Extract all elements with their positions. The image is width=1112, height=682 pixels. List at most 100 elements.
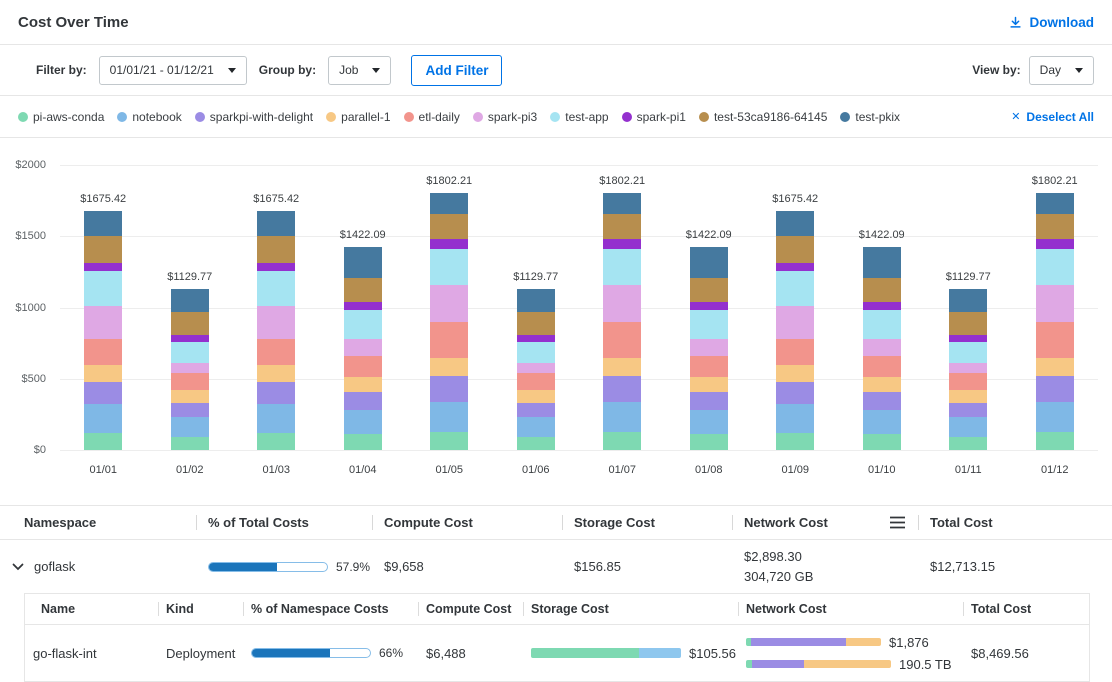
bar-segment-test-app: [1036, 249, 1074, 285]
mini-bar-segment: [804, 660, 891, 668]
bar-01/01[interactable]: $1675.4201/01: [60, 165, 147, 450]
nested-column-header-total-cost[interactable]: Total Cost: [963, 594, 1089, 624]
column-header-network-cost[interactable]: Network Cost: [732, 506, 918, 539]
legend-dot: [117, 112, 127, 122]
bar-segment-test-app: [84, 271, 122, 307]
bar-01/08[interactable]: $1422.0901/08: [666, 165, 753, 450]
nested-column-header-pct-of-namespace-costs[interactable]: % of Namespace Costs: [243, 594, 418, 624]
nested-column-header-compute-cost[interactable]: Compute Cost: [418, 594, 523, 624]
bar-01/02[interactable]: $1129.7701/02: [147, 165, 234, 450]
bar-total-label: $1422.09: [340, 229, 386, 241]
bar-segment-test-pkix: [690, 247, 728, 277]
legend-item-sparkpi-with-delight[interactable]: sparkpi-with-delight: [195, 110, 313, 124]
bar-01/06[interactable]: $1129.7701/06: [493, 165, 580, 450]
total-cost-cell: $12,713.15: [918, 559, 1112, 574]
bar-segment-sparkpi-with-delight: [430, 376, 468, 402]
namespace-row-goflask[interactable]: goflask 57.9% $9,658 $156.85 $2,898.30 3…: [0, 540, 1112, 593]
deselect-all-button[interactable]: ✕ Deselect All: [1001, 110, 1094, 124]
bar-segment-spark-pi3: [344, 339, 382, 356]
bar-segment-test-app: [863, 310, 901, 339]
bar-segment-spark-pi1: [863, 302, 901, 311]
pct-of-namespace-cell: 66%: [243, 646, 418, 660]
legend-item-parallel-1[interactable]: parallel-1: [326, 110, 390, 124]
legend-label: etl-daily: [419, 110, 460, 124]
y-axis-tick: $500: [22, 373, 46, 385]
legend-item-spark-pi1[interactable]: spark-pi1: [622, 110, 686, 124]
nested-column-header-name[interactable]: Name: [25, 594, 158, 624]
bar-total-label: $1802.21: [599, 175, 645, 187]
bar-segment-pi-aws-conda: [257, 433, 295, 450]
bar-segment-parallel-1: [776, 365, 814, 382]
bar-segment-pi-aws-conda: [949, 437, 987, 450]
pct-of-namespace-bar: [251, 648, 371, 658]
bar-segment-sparkpi-with-delight: [84, 382, 122, 405]
bar-segment-test-53ca9186-64145: [171, 312, 209, 335]
namespace-expand-toggle[interactable]: goflask: [0, 559, 196, 574]
legend-item-test-app[interactable]: test-app: [550, 110, 608, 124]
bar-segment-parallel-1: [1036, 358, 1074, 377]
pct-of-total-bar: [208, 562, 328, 572]
bar-01/11[interactable]: $1129.7701/11: [925, 165, 1012, 450]
bar-01/10[interactable]: $1422.0901/10: [839, 165, 926, 450]
add-filter-button[interactable]: Add Filter: [411, 55, 502, 86]
column-header-pct-of-total-costs[interactable]: % of Total Costs: [196, 506, 372, 539]
bar-segment-notebook: [863, 410, 901, 434]
workload-row-go-flask-int[interactable]: go-flask-int Deployment 66% $6,488 $105.…: [25, 625, 1089, 681]
pct-of-total-cell: 57.9%: [196, 560, 372, 574]
bar-segment-sparkpi-with-delight: [171, 403, 209, 417]
bar-segment-etl-daily: [430, 322, 468, 358]
legend-label: notebook: [132, 110, 181, 124]
network-cost-bar: [746, 638, 881, 646]
nested-column-header-storage-cost[interactable]: Storage Cost: [523, 594, 738, 624]
bar-total-label: $1802.21: [1032, 175, 1078, 187]
download-button[interactable]: Download: [1008, 15, 1095, 30]
group-by-select[interactable]: Job: [328, 56, 391, 85]
bar-segment-etl-daily: [344, 356, 382, 377]
bar-01/05[interactable]: $1802.2101/05: [406, 165, 493, 450]
bar-segment-test-pkix: [949, 289, 987, 312]
bar-segment-test-pkix: [863, 247, 901, 277]
nested-column-header-network-cost[interactable]: Network Cost: [738, 594, 963, 624]
bar-segment-parallel-1: [171, 390, 209, 403]
cost-table: Namespace % of Total Costs Compute Cost …: [0, 505, 1112, 682]
legend-dot: [326, 112, 336, 122]
bar-segment-spark-pi3: [776, 306, 814, 339]
legend-label: spark-pi1: [637, 110, 686, 124]
bar-total-label: $1675.42: [772, 193, 818, 205]
bar-01/09[interactable]: $1675.4201/09: [752, 165, 839, 450]
bar-segment-spark-pi3: [690, 339, 728, 356]
column-header-compute-cost[interactable]: Compute Cost: [372, 506, 562, 539]
nested-column-header-kind[interactable]: Kind: [158, 594, 243, 624]
legend-item-spark-pi3[interactable]: spark-pi3: [473, 110, 537, 124]
bar-01/03[interactable]: $1675.4201/03: [233, 165, 320, 450]
bar-segment-test-pkix: [344, 247, 382, 277]
bar-segment-notebook: [1036, 402, 1074, 432]
workload-storage-cost: $105.56: [689, 646, 736, 661]
bar-01/04[interactable]: $1422.0901/04: [320, 165, 407, 450]
column-header-storage-cost[interactable]: Storage Cost: [562, 506, 732, 539]
column-header-total-cost[interactable]: Total Cost: [918, 506, 1112, 539]
filter-by-label: Filter by:: [36, 63, 87, 77]
legend-item-etl-daily[interactable]: etl-daily: [404, 110, 460, 124]
legend-item-test-pkix[interactable]: test-pkix: [840, 110, 900, 124]
bar-01/12[interactable]: $1802.2101/12: [1012, 165, 1099, 450]
y-axis: $2000$1500$1000$500$0: [0, 165, 52, 450]
bar-segment-sparkpi-with-delight: [257, 382, 295, 405]
bar-stack: [84, 211, 122, 450]
legend-item-notebook[interactable]: notebook: [117, 110, 181, 124]
bar-segment-spark-pi3: [257, 306, 295, 339]
legend-item-test-53ca9186-64145[interactable]: test-53ca9186-64145: [699, 110, 827, 124]
date-range-select[interactable]: 01/01/21 - 01/12/21: [99, 56, 247, 85]
table-menu-icon[interactable]: [889, 516, 906, 529]
gridline: [60, 450, 1098, 451]
deselect-all-label: Deselect All: [1026, 110, 1094, 124]
bar-total-label: $1802.21: [426, 175, 472, 187]
legend-item-pi-aws-conda[interactable]: pi-aws-conda: [18, 110, 104, 124]
column-header-namespace[interactable]: Namespace: [0, 506, 196, 539]
chevron-down-icon[interactable]: [12, 563, 24, 571]
bar-01/07[interactable]: $1802.2101/07: [579, 165, 666, 450]
bar-segment-parallel-1: [690, 377, 728, 391]
bar-segment-pi-aws-conda: [863, 434, 901, 450]
bar-segment-etl-daily: [949, 373, 987, 390]
view-by-select[interactable]: Day: [1029, 56, 1094, 85]
